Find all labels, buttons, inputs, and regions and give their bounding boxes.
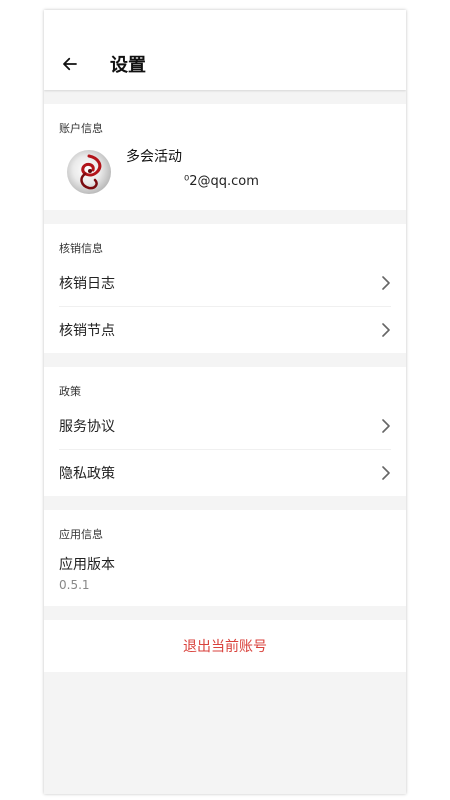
avatar — [67, 150, 111, 194]
privacy-policy-item[interactable]: 隐私政策 — [59, 450, 391, 496]
verification-node-item[interactable]: 核销节点 — [59, 307, 391, 353]
settings-screen: 设置 账户信息 多会活动 ⁰2@qq.com 核销信息 核销日志 核销节点 政策… — [44, 10, 406, 794]
logout-button[interactable]: 退出当前账号 — [44, 620, 406, 672]
chevron-right-icon — [382, 466, 390, 480]
account-text: 多会活动 ⁰2@qq.com — [126, 146, 259, 189]
list-item-label: 隐私政策 — [59, 466, 115, 482]
chevron-right-icon — [382, 323, 390, 337]
verification-log-item[interactable]: 核销日志 — [59, 260, 391, 307]
policy-section: 政策 服务协议 隐私政策 — [44, 367, 406, 496]
app-info-section: 应用信息 应用版本 0.5.1 — [44, 510, 406, 606]
account-name: 多会活动 — [126, 149, 182, 165]
section-title-app-info: 应用信息 — [59, 528, 103, 541]
version-value: 0.5.1 — [59, 578, 90, 592]
chevron-right-icon — [382, 419, 390, 433]
account-email: ⁰2@qq.com — [184, 174, 259, 189]
section-title-account: 账户信息 — [59, 122, 103, 135]
logout-label: 退出当前账号 — [183, 639, 267, 655]
section-title-verification: 核销信息 — [59, 242, 103, 255]
list-item-label: 核销日志 — [59, 276, 115, 292]
version-label: 应用版本 — [59, 557, 115, 573]
back-button[interactable] — [44, 38, 96, 90]
list-item-label: 服务协议 — [59, 419, 115, 435]
account-row: 多会活动 ⁰2@qq.com — [59, 140, 391, 210]
version-block: 应用版本 0.5.1 — [59, 546, 391, 606]
app-header: 设置 — [44, 10, 406, 90]
list-item-label: 核销节点 — [59, 323, 115, 339]
page-title: 设置 — [110, 55, 146, 76]
dragon-logo-icon — [80, 154, 102, 190]
arrow-left-icon — [63, 57, 77, 71]
section-title-policy: 政策 — [59, 385, 81, 398]
chevron-right-icon — [382, 276, 390, 290]
service-agreement-item[interactable]: 服务协议 — [59, 403, 391, 450]
account-section: 账户信息 多会活动 ⁰2@qq.com — [44, 104, 406, 210]
verification-section: 核销信息 核销日志 核销节点 — [44, 224, 406, 353]
